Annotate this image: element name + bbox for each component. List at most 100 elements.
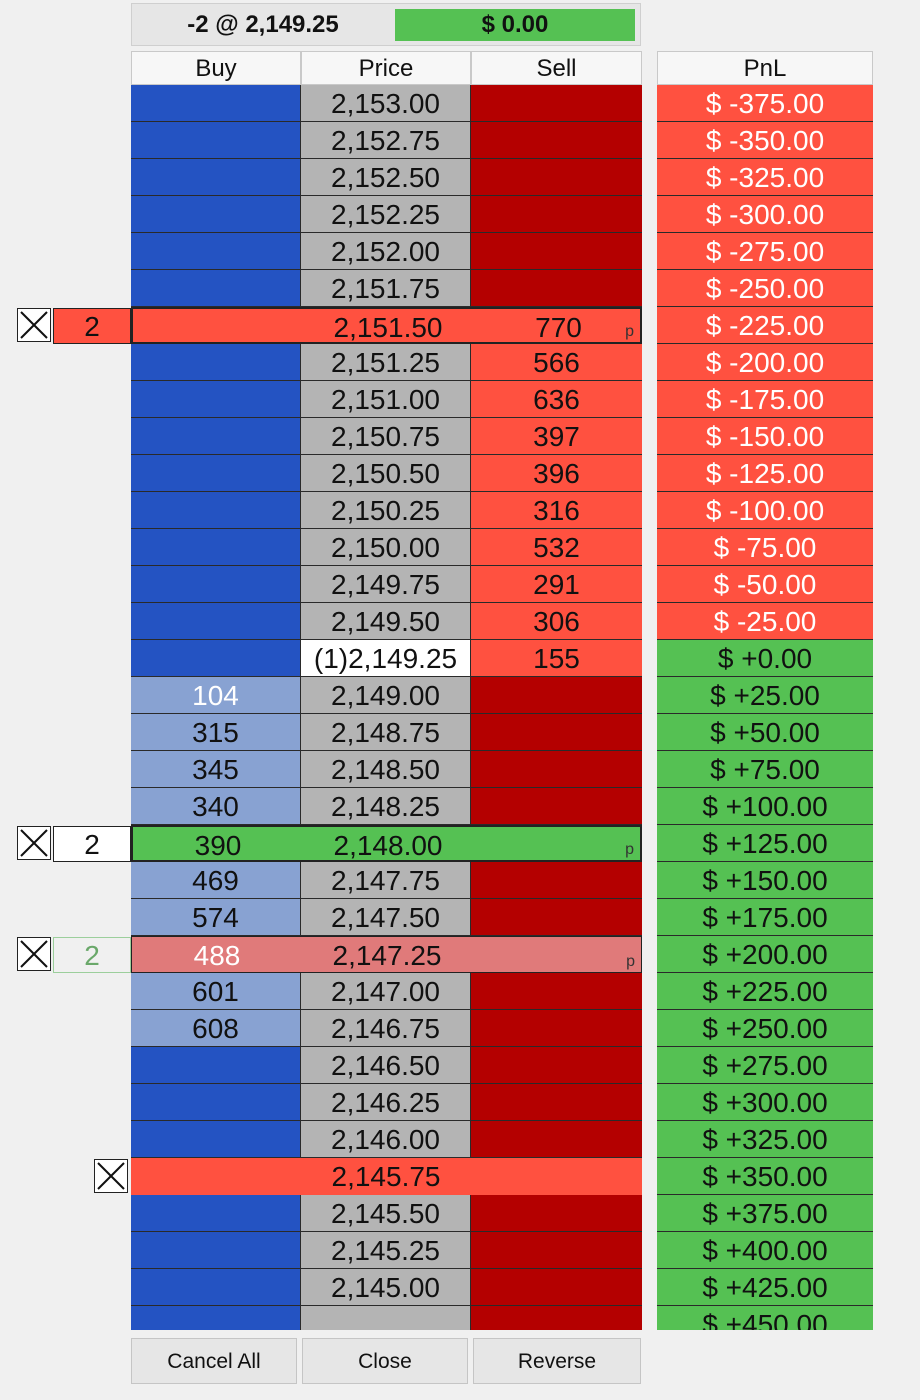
price-cell: 2,147.00 — [301, 973, 471, 1010]
buy-cell[interactable]: 104 — [131, 677, 301, 714]
price-cell: 2,151.25 — [301, 344, 471, 381]
buy-cell[interactable]: 345 — [131, 751, 301, 788]
buy-cell[interactable] — [131, 418, 301, 455]
price-cell: 2,146.75 — [301, 1010, 471, 1047]
pnl-cell: $ +25.00 — [657, 677, 873, 714]
sell-cell[interactable] — [471, 1306, 642, 1330]
sell-cell[interactable] — [471, 751, 642, 788]
pnl-cell: $ -25.00 — [657, 603, 873, 640]
buy-cell[interactable] — [131, 344, 301, 381]
buy-cell[interactable]: 574 — [131, 899, 301, 936]
pnl-cell: $ -275.00 — [657, 233, 873, 270]
buy-cell[interactable] — [131, 1084, 301, 1121]
buy-cell[interactable]: 315 — [131, 714, 301, 751]
cancel-order-icon[interactable] — [17, 937, 51, 971]
buy-cell[interactable]: 340 — [131, 788, 301, 825]
sell-cell[interactable] — [471, 85, 642, 122]
buy-cell[interactable] — [131, 233, 301, 270]
order-price: 2,145.75 — [331, 1161, 441, 1192]
sell-cell[interactable]: 532 — [471, 529, 642, 566]
ladder-row — [131, 1306, 642, 1330]
sell-cell[interactable] — [471, 1047, 642, 1084]
sell-cell[interactable] — [471, 714, 642, 751]
sell-cell[interactable] — [471, 1269, 642, 1306]
ladder-row: 488 2,147.25 p — [131, 936, 642, 973]
buy-cell[interactable] — [131, 85, 301, 122]
close-position-button[interactable]: Close — [302, 1338, 468, 1384]
buy-cell[interactable] — [131, 270, 301, 307]
sell-cell[interactable]: 306 — [471, 603, 642, 640]
sell-cell[interactable] — [471, 1010, 642, 1047]
pnl-cell: $ +100.00 — [657, 788, 873, 825]
buy-cell[interactable]: 469 — [131, 862, 301, 899]
buy-cell[interactable] — [131, 196, 301, 233]
buy-cell[interactable] — [131, 1306, 301, 1330]
price-cell: 2,148.50 — [301, 751, 471, 788]
buy-cell[interactable] — [131, 566, 301, 603]
sell-cell[interactable]: 291 — [471, 566, 642, 603]
working-order-row[interactable]: 2,151.50 770 p — [131, 307, 642, 344]
buy-cell[interactable] — [131, 529, 301, 566]
reverse-position-button[interactable]: Reverse — [473, 1338, 641, 1384]
cancel-all-button[interactable]: Cancel All — [131, 1338, 297, 1384]
sell-cell[interactable] — [471, 1195, 642, 1232]
ladder-row: 315 2,148.75 — [131, 714, 642, 751]
order-quantity[interactable]: 2 — [53, 937, 131, 973]
ladder-row: 2,151.50 770 p — [131, 307, 642, 344]
pending-order-row[interactable]: 488 2,147.25 p — [131, 936, 642, 973]
buy-cell[interactable] — [131, 455, 301, 492]
sell-cell[interactable] — [471, 677, 642, 714]
buy-cell[interactable] — [131, 1269, 301, 1306]
buy-cell[interactable] — [131, 603, 301, 640]
buy-cell[interactable] — [131, 1047, 301, 1084]
buy-cell[interactable] — [131, 640, 301, 677]
buy-cell[interactable]: 601 — [131, 973, 301, 1010]
sell-cell[interactable] — [471, 1084, 642, 1121]
sell-cell[interactable]: 155 — [471, 640, 642, 677]
position-summary: -2 @ 2,149.25 — [187, 11, 339, 38]
buy-cell[interactable] — [131, 159, 301, 196]
sell-cell[interactable]: 566 — [471, 344, 642, 381]
buy-cell[interactable] — [131, 1232, 301, 1269]
sell-cell[interactable] — [471, 788, 642, 825]
buy-cell[interactable] — [131, 1195, 301, 1232]
price-cell: 2,151.00 — [301, 381, 471, 418]
sell-cell[interactable] — [471, 196, 642, 233]
cancel-order-icon[interactable] — [94, 1159, 128, 1193]
buy-cell[interactable] — [131, 122, 301, 159]
price-cell: 2,152.25 — [301, 196, 471, 233]
sell-cell[interactable]: 316 — [471, 492, 642, 529]
sell-cell[interactable] — [471, 862, 642, 899]
sell-cell[interactable] — [471, 233, 642, 270]
sell-cell[interactable] — [471, 159, 642, 196]
pnl-cell: $ +400.00 — [657, 1232, 873, 1269]
buy-cell[interactable] — [131, 1121, 301, 1158]
sell-cell[interactable]: 636 — [471, 381, 642, 418]
pnl-cell: $ -100.00 — [657, 492, 873, 529]
buy-cell[interactable] — [131, 381, 301, 418]
sell-cell[interactable]: 397 — [471, 418, 642, 455]
working-order-row[interactable]: 390 2,148.00 p — [131, 825, 642, 862]
sell-cell[interactable] — [471, 122, 642, 159]
sell-cell[interactable] — [471, 1121, 642, 1158]
buy-cell[interactable] — [131, 492, 301, 529]
pnl-column-header: PnL — [657, 51, 873, 85]
cancel-order-icon[interactable] — [17, 308, 51, 342]
order-price: 2,148.00 — [333, 830, 443, 861]
order-quantity[interactable]: 2 — [53, 826, 131, 862]
order-quantity[interactable]: 2 — [53, 308, 131, 344]
price-cell: 2,152.00 — [301, 233, 471, 270]
sell-cell[interactable]: 396 — [471, 455, 642, 492]
price-cell: 2,150.25 — [301, 492, 471, 529]
sell-cell[interactable] — [471, 899, 642, 936]
sell-cell[interactable] — [471, 1232, 642, 1269]
ladder-row: 2,146.25 — [131, 1084, 642, 1121]
buy-cell[interactable]: 608 — [131, 1010, 301, 1047]
pnl-cell: $ -50.00 — [657, 566, 873, 603]
working-order-row[interactable]: 2,145.75 — [131, 1158, 642, 1195]
price-cell: 2,150.75 — [301, 418, 471, 455]
sell-cell[interactable] — [471, 270, 642, 307]
sell-cell[interactable] — [471, 973, 642, 1010]
ladder-row: 2,152.50 — [131, 159, 642, 196]
cancel-order-icon[interactable] — [17, 826, 51, 860]
